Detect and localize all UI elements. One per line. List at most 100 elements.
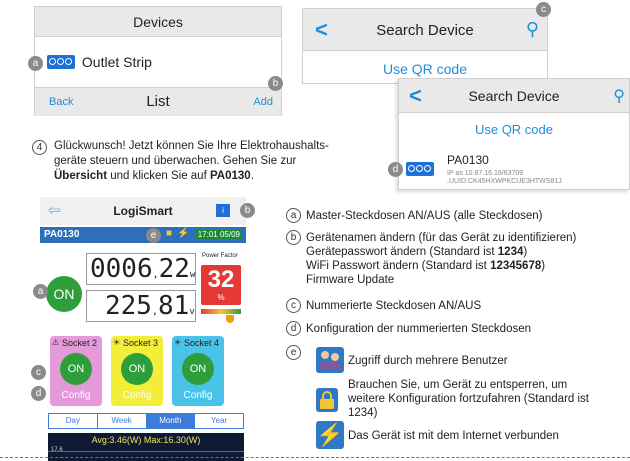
app-header: ⇦ LogiSmart i <box>40 197 246 225</box>
search-icon-2[interactable]: ⚲ <box>613 86 625 106</box>
marker-e-app: e <box>146 228 161 243</box>
tab-year[interactable]: Year <box>194 414 243 428</box>
marker-d-app: d <box>31 386 46 401</box>
meter-pointer-icon <box>226 315 234 323</box>
voltage-decimal: 81 <box>158 291 190 321</box>
desc-marker-d: d <box>286 321 301 336</box>
desc-e2-line3: 1234) <box>348 407 378 419</box>
desc-b-line1: Gerätenamen ändern (für das Gerät zu ide… <box>306 232 577 244</box>
instruction-line-3: Übersicht und klicken Sie auf PA0130. <box>54 169 384 184</box>
cut-line-divider <box>0 457 630 458</box>
found-device-icon <box>406 162 434 176</box>
marker-c-app: c <box>31 365 46 380</box>
desc-b-line3-pre: WiFi Passwort ändern (Standard ist <box>306 260 491 272</box>
instruction-bold-overview: Übersicht <box>54 170 108 182</box>
socket-on-label: ON <box>67 363 85 375</box>
voltage-digits: 225 <box>105 291 152 321</box>
desc-e2-line2: weitere Konfiguration fortzufahren (Stan… <box>348 393 589 405</box>
desc-d: Konfiguration der nummerierten Steckdose… <box>306 323 532 335</box>
socket-label: Socket 4 <box>184 338 220 348</box>
socket-on-button[interactable]: ON <box>121 353 153 385</box>
energy-unit: w <box>189 270 196 280</box>
tab-month[interactable]: Month <box>145 414 195 428</box>
socket-config-button[interactable]: Config <box>50 390 102 401</box>
socket-status-icon: ☀ <box>174 338 182 347</box>
qr-code-link-2[interactable]: Use QR code <box>399 122 629 137</box>
add-button[interactable]: Add <box>253 96 273 108</box>
search-panel-1: < Search Device ⚲ Use QR code <box>302 8 548 84</box>
master-on-button[interactable]: ON <box>46 276 82 312</box>
socket-status-icon: ⚠ <box>52 338 60 347</box>
desc-b-line2-post: ) <box>523 246 528 258</box>
desc-b-line3: WiFi Passwort ändern (Standard ist 12345… <box>306 259 626 273</box>
voltage-unit: v <box>189 307 195 317</box>
instruction-end: . <box>250 170 254 182</box>
desc-b-line4: Firmware Update <box>306 274 395 286</box>
voltage-readout: 225,81v <box>86 290 196 322</box>
instruction-line-1: Glückwunsch! Jetzt können Sie Ihre Elekt… <box>54 140 329 152</box>
devices-panel: Devices Outlet Strip Back List Add <box>34 6 282 116</box>
desc-a: Master-Steckdosen AN/AUS (alle Steckdose… <box>306 210 543 222</box>
instruction-bold-device: PA0130 <box>209 170 251 182</box>
chart-line <box>48 451 244 452</box>
desc-b-line2-pre: Gerätepasswort ändern (Standard ist <box>306 246 498 258</box>
search-header-2: < Search Device ⚲ <box>399 79 629 113</box>
desc-marker-b: b <box>286 230 301 245</box>
search-header-1: < Search Device ⚲ <box>303 9 547 51</box>
instruction-mid: und klicken Sie auf <box>107 170 210 182</box>
list-title: List <box>146 93 170 110</box>
desc-b: Gerätenamen ändern (für das Gerät zu ide… <box>306 231 626 287</box>
marker-d-top: d <box>388 162 403 177</box>
socket-config-button[interactable]: Config <box>111 390 163 401</box>
device-item-label: Outlet Strip <box>81 54 152 71</box>
socket-card-3: ☀ Socket 3 ON Config <box>111 336 163 406</box>
found-device-name: PA0130 <box>447 153 489 167</box>
qr-code-link-1[interactable]: Use QR code <box>303 61 547 77</box>
power-factor-unit: % <box>217 293 225 302</box>
desc-b-line2-bold: 1234 <box>497 246 524 258</box>
desc-marker-c: c <box>286 298 301 313</box>
socket-on-label: ON <box>128 363 146 375</box>
desc-c: Nummerierte Steckdosen AN/AUS <box>306 300 482 312</box>
search-icon[interactable]: ⚲ <box>526 19 539 40</box>
found-device-row[interactable]: PA0130 IP as 10.87.16.18/63709 ,UUID:CK4… <box>405 151 625 189</box>
socket-card-2: ⚠ Socket 2 ON Config <box>50 336 102 406</box>
marker-b-app: b <box>240 203 255 218</box>
status-time: 17:01 05/09 <box>195 230 242 239</box>
internet-icon: ⚡ <box>177 228 190 239</box>
socket-config-button[interactable]: Config <box>172 390 224 401</box>
tab-day[interactable]: Day <box>49 414 97 428</box>
desc-marker-a: a <box>286 208 301 223</box>
devices-header: Devices <box>35 7 281 37</box>
found-device-uuid: ,UUID:CK45HXWPKCUE3HTWS81J <box>447 178 562 185</box>
marker-a-top: a <box>28 56 43 71</box>
status-bar: PA0130 ■ ⚡ 17:01 05/09 <box>40 227 246 243</box>
search-title-1: Search Device <box>376 22 474 39</box>
device-list-item[interactable]: Outlet Strip <box>47 53 152 70</box>
info-icon[interactable]: i <box>216 204 230 217</box>
marker-a-app: a <box>33 284 48 299</box>
marker-c-top: c <box>536 2 551 17</box>
chart-tick: 17.6 <box>51 447 63 453</box>
devices-footer: Back List Add <box>35 87 281 116</box>
marker-b-top: b <box>268 76 283 91</box>
device-id-label: PA0130 <box>44 229 80 240</box>
socket-on-label: ON <box>189 363 207 375</box>
socket-card-4: ☀ Socket 4 ON Config <box>172 336 224 406</box>
socket-on-button[interactable]: ON <box>60 353 92 385</box>
socket-on-button[interactable]: ON <box>182 353 214 385</box>
instruction-text: Glückwunsch! Jetzt können Sie Ihre Elekt… <box>54 139 384 184</box>
desc-e2-line1: Brauchen Sie, um Gerät zu entsperren, um <box>348 379 568 391</box>
energy-digits: 0006 <box>90 254 153 284</box>
instruction-line-2: geräte steuern und überwachen. Gehen Sie… <box>54 155 297 167</box>
desc-marker-e: e <box>286 345 301 360</box>
master-on-label: ON <box>53 286 75 302</box>
socket-label: Socket 2 <box>62 338 98 348</box>
period-tabs: Day Week Month Year <box>48 413 244 429</box>
lock-icon: ■ <box>166 228 173 239</box>
desc-b-line2: Gerätepasswort ändern (Standard ist 1234… <box>306 245 626 259</box>
internet-badge-icon: ⚡ <box>316 421 344 449</box>
power-factor-label: Power Factor <box>202 253 238 259</box>
step-number-4: 4 <box>32 140 47 155</box>
tab-week[interactable]: Week <box>96 414 146 428</box>
